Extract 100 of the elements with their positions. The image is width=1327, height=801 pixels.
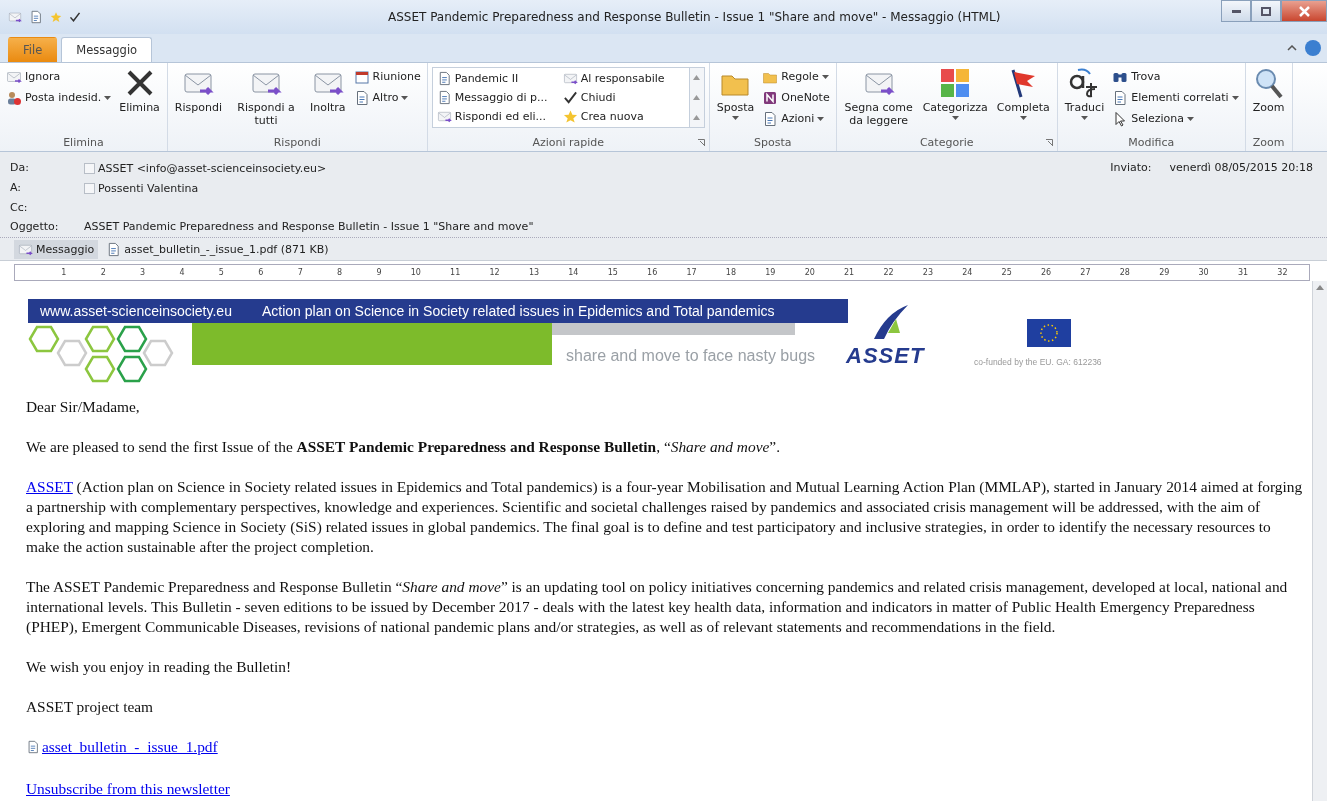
subject-text: ASSET Pandemic Preparedness and Response Bulletin - Issue 1 "Share and move" (84, 219, 535, 236)
caret-icon (1081, 116, 1088, 120)
field-label: Oggetto: (10, 219, 60, 236)
ribbon-button[interactable]: Posta indesid. (4, 88, 114, 107)
close-icon (1298, 5, 1310, 17)
envelope-icon (8, 10, 22, 24)
document-icon (29, 10, 43, 24)
collapse-icon[interactable] (1287, 45, 1297, 51)
ribbon-button[interactable]: Traduci (1061, 65, 1108, 122)
group-label: Elimina (63, 136, 104, 149)
ribbon-button[interactable]: OneNote (760, 88, 832, 107)
ribbon-button[interactable]: Azioni (760, 109, 832, 128)
ribbon-tab[interactable]: Messaggio (61, 37, 153, 62)
caret-icon (732, 116, 739, 120)
funding-note: co-funded by the EU. GA: 612236 (974, 357, 1102, 367)
attachment-tab[interactable]: asset_bulletin_-_issue_1.pdf (871 KB) (102, 239, 333, 259)
unsubscribe-link[interactable]: Unsubscribe from this newsletter (26, 780, 230, 797)
scroll-up-icon[interactable] (1316, 285, 1324, 290)
paragraph: Dear Sir/Madame, (26, 397, 141, 417)
ribbon-button[interactable]: Elementi correlati (1110, 88, 1241, 107)
note-icon (762, 89, 779, 106)
window-title: ASSET Pandemic Preparedness and Response Bulletin - Issue 1 "Share and move" - Messaggio (HTML) (388, 10, 1002, 24)
person-icon (6, 89, 22, 106)
document-icon (762, 110, 779, 127)
quick-step-item[interactable]: Messaggio di p... (434, 88, 561, 107)
close-button[interactable] (1281, 0, 1327, 22)
group-label: Azioni rapide (532, 136, 605, 149)
dialog-launcher-icon[interactable] (697, 139, 705, 146)
ribbon-button[interactable]: Categorizza (919, 65, 991, 122)
group-label: Sposta (753, 136, 792, 149)
caret-icon (1019, 116, 1027, 120)
calendar-icon (353, 68, 370, 85)
caret-icon (951, 116, 959, 120)
minimize-button[interactable] (1221, 0, 1251, 22)
ribbon-button[interactable]: Ignora (4, 67, 114, 86)
scroll-arrow-icon[interactable] (693, 75, 701, 81)
eu-flag-icon (1027, 319, 1071, 347)
field-label: Cc: (10, 199, 29, 216)
quick-step-item[interactable]: Crea nuova (560, 107, 687, 126)
group-label: Zoom (1252, 136, 1285, 149)
contact-checkbox[interactable] (84, 163, 95, 175)
ribbon-button[interactable]: Altro (351, 88, 423, 107)
ribbon-button[interactable]: Segna come da leggere (840, 65, 917, 129)
ribbon-button[interactable]: Sposta (713, 65, 758, 122)
banner-slogan: share and move to face nasty bugs (566, 347, 816, 365)
star-icon (50, 11, 62, 23)
caret-icon (1231, 95, 1239, 100)
attachment-link[interactable]: asset_bulletin_-_issue_1.pdf (42, 737, 218, 757)
field-label: Inviato: (1110, 160, 1152, 176)
quick-step-item[interactable]: Chiudi (560, 88, 687, 107)
ribbon-button[interactable]: Elimina (116, 65, 163, 116)
caret-icon (104, 95, 112, 100)
scroll-arrow-icon[interactable] (693, 95, 701, 100)
link[interactable]: ASSET (26, 478, 73, 495)
envelope-icon (436, 109, 452, 124)
banner-url: www.asset-scienceinsociety.eu (40, 303, 232, 319)
restore-icon (1261, 6, 1271, 16)
attachment-tab[interactable]: Messaggio (14, 239, 99, 259)
caret-icon (817, 116, 825, 121)
paragraph: ASSET (Action plan on Science in Society related issues in Epidemics and Total pandemics) is a four-year Mobilisation and Mutual Learning Action Plan (MMLAP), started in January 2014 aimed at forging a partnership with complementary perspectives, knowledge and experiences. Scientific and societal challenges raised by pandemics and associated crisis management will be addressed, with the aim of exploring and mapping Science in Society (SiS) related issues in global pandemics. The final goal is to define and test participatory and inclusive strategies, in order to identify the necessary resources to make the action sustainable after the project completion. (26, 477, 1304, 557)
help-icon[interactable] (1305, 40, 1321, 56)
paragraph: The ASSET Pandemic Preparedness and Response Bulletin “Share and move” is an updating tool on policy initiatives concerning pandemics and related crisis management, developed at local, national and international levels. This Bulletin - seven editions to be issued by December 2017 - deals with the latest key health data, information and indicators in matter of Public Health Emergency Preparedness (PHEP), Emergent Communicable Diseases, revisions of national pandemic plans and/or strategies, as well as of relevant statements and recommendations in the field. (26, 577, 1289, 637)
paragraph: We are pleased to send the first Issue of the ASSET Pandemic Preparedness and Response Bulletin, “Share and move”. (26, 437, 781, 457)
ribbon-button[interactable]: Riunione (351, 67, 423, 86)
dialog-launcher-icon[interactable] (1045, 139, 1053, 146)
sender-text: ASSET <info@asset-scienceinsociety.eu> (98, 161, 327, 177)
ribbon-button[interactable]: Rispondi (171, 65, 225, 116)
ribbon-button[interactable]: Zoom (1249, 65, 1288, 116)
ribbon-button[interactable]: Rispondi a tutti (228, 65, 304, 129)
star-icon (562, 109, 578, 124)
scroll-arrow-icon[interactable] (693, 114, 701, 120)
group-label: Categorie (919, 136, 974, 149)
paragraph: We wish you enjoy in reading the Bulletin! (26, 657, 293, 677)
ribbon-button[interactable]: Inoltra (307, 65, 349, 116)
check-icon (69, 11, 81, 23)
caret-icon (1187, 116, 1195, 121)
field-label: A: (10, 179, 23, 196)
ruler: 1 2 3 4 5 6 7 8 9 10 11 12 13 14 15 16 17 18 19 20 21 22 23 24 25 26 27 28 29 30 31 32 (14, 264, 1310, 281)
maximize-button[interactable] (1251, 0, 1281, 22)
ribbon-button[interactable]: Seleziona (1110, 109, 1241, 128)
group-label: Modifica (1128, 136, 1175, 149)
document-icon (1112, 89, 1129, 106)
check-icon (562, 90, 578, 105)
ribbon-button[interactable]: Trova (1110, 67, 1241, 86)
ribbon-button[interactable]: Regole (760, 67, 832, 86)
quick-step-item[interactable]: Al responsabile (560, 69, 687, 88)
ribbon-button[interactable]: Completa (993, 65, 1053, 122)
sent-date: venerdì 08/05/2015 20:18 (1169, 160, 1313, 176)
quick-step-item[interactable]: Rispondi ed eli... (434, 107, 561, 126)
ribbon-tab[interactable]: File (8, 37, 58, 62)
scrollbar[interactable] (1312, 281, 1327, 801)
quick-step-item[interactable]: Pandemic II (434, 69, 561, 88)
document-icon (106, 241, 122, 257)
asset-logo: ASSET (846, 343, 925, 369)
envelope-icon (562, 71, 578, 86)
caret-icon (401, 95, 409, 100)
group-label: Rispondi (273, 136, 321, 149)
contact-checkbox[interactable] (84, 183, 95, 195)
squares-icon (939, 67, 972, 99)
caret-icon (821, 74, 829, 79)
